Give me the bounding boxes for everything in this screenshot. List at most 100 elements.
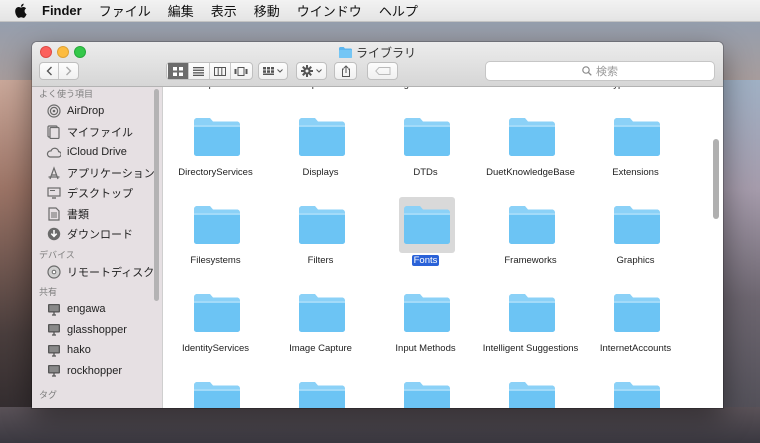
search-field[interactable]: 検索	[485, 61, 715, 81]
chevron-right-icon	[66, 66, 72, 76]
sidebar-item-downloads[interactable]: ダウンロード	[32, 224, 162, 245]
sidebar-item-desktop[interactable]: デスクトップ	[32, 183, 162, 204]
folder-name: Intelligent Suggestions	[482, 343, 579, 354]
folder-label: InternetAccounts	[583, 343, 688, 355]
sidebar-item-applications[interactable]: アプリケーション	[32, 163, 162, 184]
sidebar-header-tags: タグ	[39, 390, 58, 400]
menu-window[interactable]: ウインドウ	[297, 1, 362, 20]
folder-icon	[298, 117, 346, 157]
menu-bar: Finder ファイル 編集 表示 移動 ウインドウ ヘルプ	[0, 0, 760, 22]
sidebar-scrollbar[interactable]	[154, 89, 159, 301]
folder-name: CoreServices	[502, 87, 559, 90]
apple-menu-icon[interactable]	[14, 3, 28, 19]
folder-icon	[403, 293, 451, 333]
folder-name: Compositions	[292, 87, 350, 90]
folder-icon	[403, 381, 451, 408]
sidebar-item-rockhopper[interactable]: rockhopper	[32, 361, 162, 382]
tag-icon	[374, 67, 390, 75]
folder-name: Input Methods	[395, 343, 456, 354]
cover-flow-button[interactable]	[231, 63, 252, 79]
file-grid: Components Compositions ConfigurationProfi…	[163, 87, 723, 408]
forward-button[interactable]	[59, 63, 78, 79]
folder-name: DTDs	[413, 167, 438, 178]
sidebar-header-shared: 共有	[39, 287, 58, 297]
sidebar-item-label: AirDrop	[67, 105, 105, 118]
sidebar-item-documents[interactable]: 書類	[32, 204, 162, 225]
folder-name: Filters	[307, 255, 334, 266]
sidebar-item-hako[interactable]: hako	[32, 340, 162, 361]
folder-label: Input Methods	[373, 343, 478, 355]
column-view-button[interactable]	[210, 63, 231, 79]
desktop-wallpaper-right	[720, 80, 760, 443]
folder-label: DTDs	[373, 167, 478, 179]
sidebar-item-remote-disc[interactable]: リモートディスク	[32, 262, 162, 283]
search-icon	[582, 66, 592, 76]
folder-name: InternetAccounts	[599, 343, 672, 354]
sidebar-item-glasshopper[interactable]: glasshopper	[32, 320, 162, 341]
folder-icon	[613, 293, 661, 333]
desktop-wallpaper-bottom	[0, 407, 760, 443]
menu-file[interactable]: ファイル	[99, 1, 151, 20]
action-button[interactable]	[296, 62, 327, 80]
sidebar-item-label: アプリケーション	[67, 167, 155, 180]
folder-icon	[508, 293, 556, 333]
display-icon	[46, 363, 61, 378]
folder-label: Fonts	[373, 255, 478, 267]
menu-finder[interactable]: Finder	[42, 3, 82, 18]
folder-icon	[508, 381, 556, 408]
menu-help[interactable]: ヘルプ	[379, 1, 418, 20]
menu-go[interactable]: 移動	[254, 1, 280, 20]
folder-name: Components	[189, 87, 243, 90]
gear-icon	[301, 65, 313, 77]
folder-icon	[613, 381, 661, 408]
list-view-button[interactable]	[189, 63, 210, 79]
icon-view-button[interactable]	[167, 63, 189, 79]
sidebar-item-airdrop[interactable]: AirDrop	[32, 101, 162, 122]
toolbar: ライブラリ 検索	[32, 42, 723, 87]
arrange-icon	[263, 66, 274, 75]
folder-label: Filesystems	[163, 255, 268, 267]
folder-label: Filters	[268, 255, 373, 267]
disc-icon	[46, 264, 61, 279]
sidebar-item-all-files[interactable]: マイファイル	[32, 122, 162, 143]
sidebar-item-label: ダウンロード	[67, 229, 133, 242]
sidebar-item-icloud-drive[interactable]: iCloud Drive	[32, 142, 162, 163]
sidebar-item-label: rockhopper	[67, 364, 123, 377]
search-placeholder: 検索	[596, 66, 618, 78]
folder-icon	[338, 47, 352, 58]
content-scrollbar[interactable]	[713, 139, 719, 219]
sidebar: よく使う項目 AirDrop マイファイル iCloud Drive アプリケー…	[32, 87, 163, 408]
menu-view[interactable]: 表示	[211, 1, 237, 20]
folder-name: Extensions	[612, 167, 659, 178]
folder-icon	[508, 117, 556, 157]
folder-icon	[403, 205, 451, 245]
sidebar-header-devices: デバイス	[39, 249, 75, 260]
menu-edit[interactable]: 編集	[168, 1, 194, 20]
chevron-down-icon	[277, 69, 283, 73]
window-title: ライブラリ	[32, 44, 723, 61]
folder-name: Fonts	[411, 255, 440, 266]
share-button[interactable]	[334, 62, 357, 80]
finder-window: ライブラリ 検索 よく使う項目 AirDrop マイファイル iCloud Dr…	[32, 42, 723, 408]
folder-label: Components	[163, 87, 268, 91]
back-forward-buttons	[39, 62, 79, 80]
arrange-button[interactable]	[258, 62, 288, 80]
display-icon	[46, 343, 61, 358]
folder-label: Displays	[268, 167, 373, 179]
folder-label: Extensions	[583, 167, 688, 179]
folder-icon	[508, 205, 556, 245]
sidebar-item-label: iCloud Drive	[67, 146, 127, 159]
cover-flow-icon	[234, 66, 248, 76]
folder-name: IdentityServices	[181, 343, 250, 354]
tags-button[interactable]	[367, 62, 398, 80]
folder-name: Graphics	[616, 255, 655, 266]
folder-icon	[298, 293, 346, 333]
folder-icon	[298, 205, 346, 245]
sidebar-item-engawa[interactable]: engawa	[32, 299, 162, 320]
folder-icon	[193, 117, 241, 157]
chevron-down-icon	[316, 69, 322, 73]
folder-name: Image Capture	[289, 343, 352, 354]
back-button[interactable]	[40, 63, 59, 79]
folder-name: Frameworks	[504, 255, 557, 266]
view-mode-control	[166, 62, 253, 80]
